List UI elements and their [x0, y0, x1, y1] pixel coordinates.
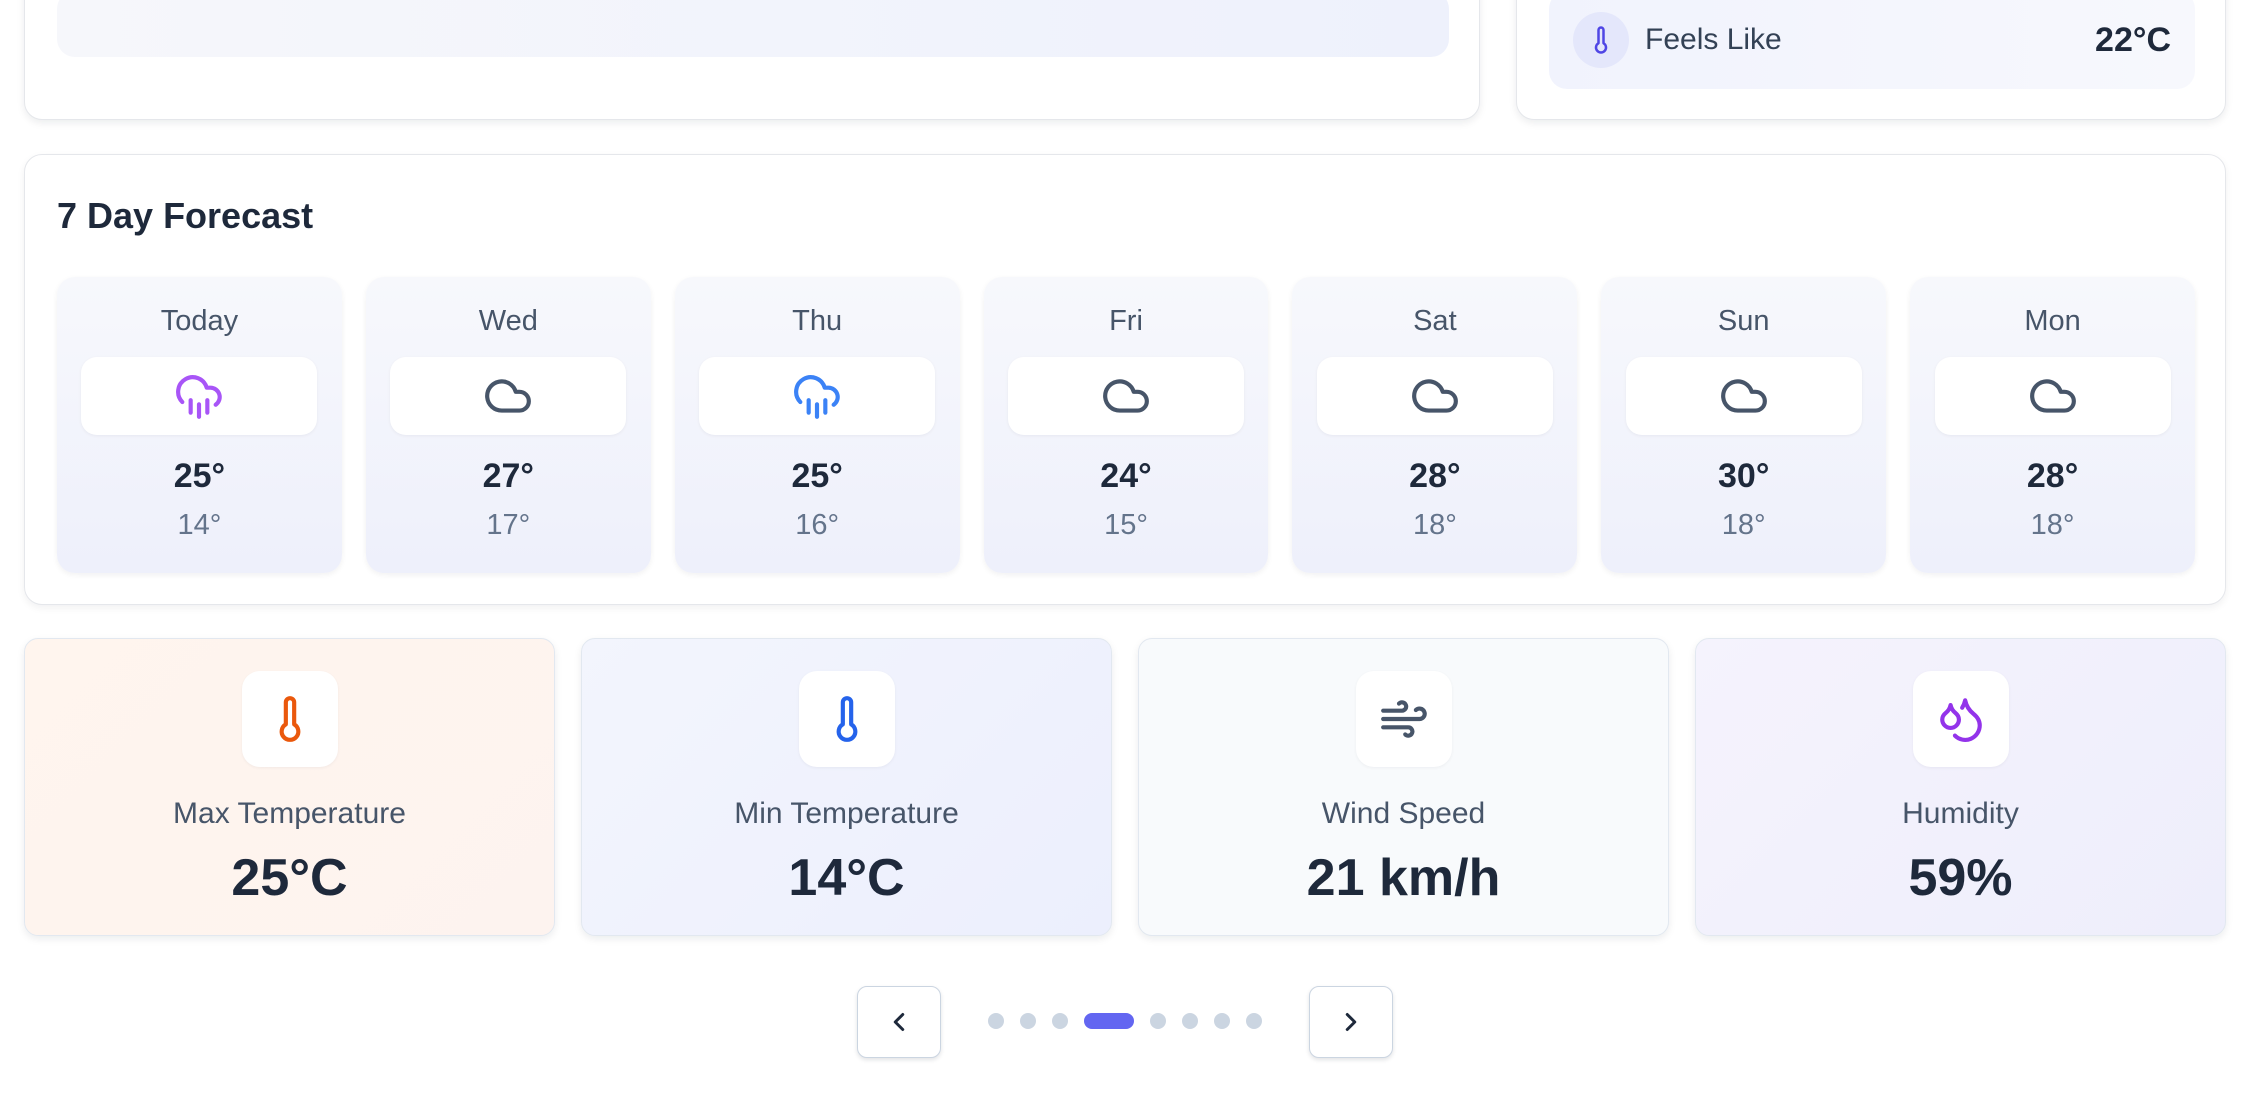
forecast-day[interactable]: Fri 24° 15° — [983, 277, 1269, 573]
forecast-title: 7 Day Forecast — [57, 195, 314, 236]
page-dot-active[interactable] — [1084, 1013, 1134, 1029]
day-high-temp: 28° — [1409, 457, 1461, 495]
day-high-temp: 30° — [1718, 457, 1770, 495]
droplets-icon — [1939, 698, 1982, 742]
day-low-temp: 18° — [1721, 509, 1766, 541]
stat-value: 21 km/h — [1306, 849, 1501, 907]
forecast-day[interactable]: Mon 28° 18° — [1910, 277, 2196, 573]
thermometer-icon — [1573, 12, 1629, 68]
day-name: Sun — [1717, 305, 1770, 337]
weather-dashboard: Feels Like 22°C 7 Day Forecast Today 25°… — [0, 0, 2260, 1110]
forecast-day[interactable]: Wed 27° 17° — [365, 277, 651, 573]
weather-details-card: Feels Like 22°C — [1516, 0, 2226, 120]
day-low-temp: 18° — [1412, 509, 1457, 541]
page-dot[interactable] — [1214, 1013, 1230, 1029]
min-temperature-card: Min Temperature 14°C — [581, 638, 1112, 936]
page-dot[interactable] — [1182, 1013, 1198, 1029]
stats-row: Max Temperature 25°C Min Temperature 14°… — [24, 638, 2226, 936]
forecast-day[interactable]: Sun 30° 18° — [1601, 277, 1887, 573]
chevron-left-icon — [893, 1013, 905, 1031]
day-high-temp: 27° — [482, 457, 534, 495]
current-weather-panel — [57, 0, 1449, 57]
cloud-icon — [485, 379, 532, 413]
day-low-temp: 14° — [177, 509, 222, 541]
day-low-temp: 16° — [795, 509, 840, 541]
day-high-temp: 25° — [791, 457, 843, 495]
chevron-right-icon — [1345, 1013, 1357, 1031]
cloud-icon — [1103, 379, 1149, 413]
page-dot[interactable] — [988, 1013, 1004, 1029]
forecast-day-list: Today 25° 14° Wed 27° 17° Thu 25° 16° Fr… — [57, 277, 2196, 573]
stat-label: Min Temperature — [734, 797, 959, 830]
forecast-day[interactable]: Thu 25° 16° — [674, 277, 960, 573]
stat-value: 25°C — [231, 849, 348, 907]
day-name: Thu — [792, 305, 843, 337]
day-high-temp: 28° — [2026, 457, 2079, 495]
page-dot[interactable] — [1150, 1013, 1166, 1029]
previous-page-button[interactable] — [857, 986, 941, 1058]
stat-value: 59% — [1908, 849, 2013, 907]
cloud-icon — [1412, 379, 1458, 413]
day-name: Mon — [2024, 305, 2081, 337]
day-low-temp: 15° — [1104, 509, 1148, 541]
cloud-icon — [2029, 379, 2076, 413]
page-dot[interactable] — [1246, 1013, 1262, 1029]
wind-icon — [1380, 700, 1427, 738]
day-low-temp: 17° — [486, 509, 531, 541]
stat-value: 14°C — [788, 849, 905, 907]
forecast-panel: 7 Day Forecast Today 25° 14° Wed 27° 17°… — [24, 154, 2226, 605]
cloud-icon — [1720, 379, 1767, 413]
stat-label: Max Temperature — [173, 797, 406, 830]
day-name: Fri — [1109, 305, 1143, 337]
feels-like-label: Feels Like — [1645, 23, 1782, 56]
rain-cloud-icon — [176, 375, 223, 419]
max-temperature-card: Max Temperature 25°C — [24, 638, 555, 936]
day-name: Sat — [1413, 305, 1457, 337]
page-dot[interactable] — [1020, 1013, 1036, 1029]
stat-label: Wind Speed — [1321, 797, 1486, 830]
page-indicator — [988, 1012, 1278, 1030]
forecast-day[interactable]: Today 25° 14° — [57, 277, 342, 573]
feels-like-row: Feels Like 22°C — [1549, 0, 2195, 89]
next-page-button[interactable] — [1309, 986, 1393, 1058]
feels-like-value: 22°C — [2095, 20, 2171, 59]
stat-label: Humidity — [1902, 797, 2019, 830]
wind-speed-card: Wind Speed 21 km/h — [1138, 638, 1669, 936]
thermometer-icon — [279, 696, 300, 742]
page-dot[interactable] — [1052, 1013, 1068, 1029]
humidity-card: Humidity 59% — [1695, 638, 2226, 936]
day-name: Today — [160, 305, 239, 337]
rain-cloud-icon — [794, 375, 840, 419]
day-name: Wed — [478, 305, 538, 337]
day-high-temp: 25° — [173, 457, 226, 495]
thermometer-icon — [836, 696, 857, 742]
day-high-temp: 24° — [1100, 457, 1152, 495]
day-low-temp: 18° — [2030, 509, 2075, 541]
forecast-day[interactable]: Sat 28° 18° — [1292, 277, 1578, 573]
current-weather-card — [24, 0, 1480, 120]
